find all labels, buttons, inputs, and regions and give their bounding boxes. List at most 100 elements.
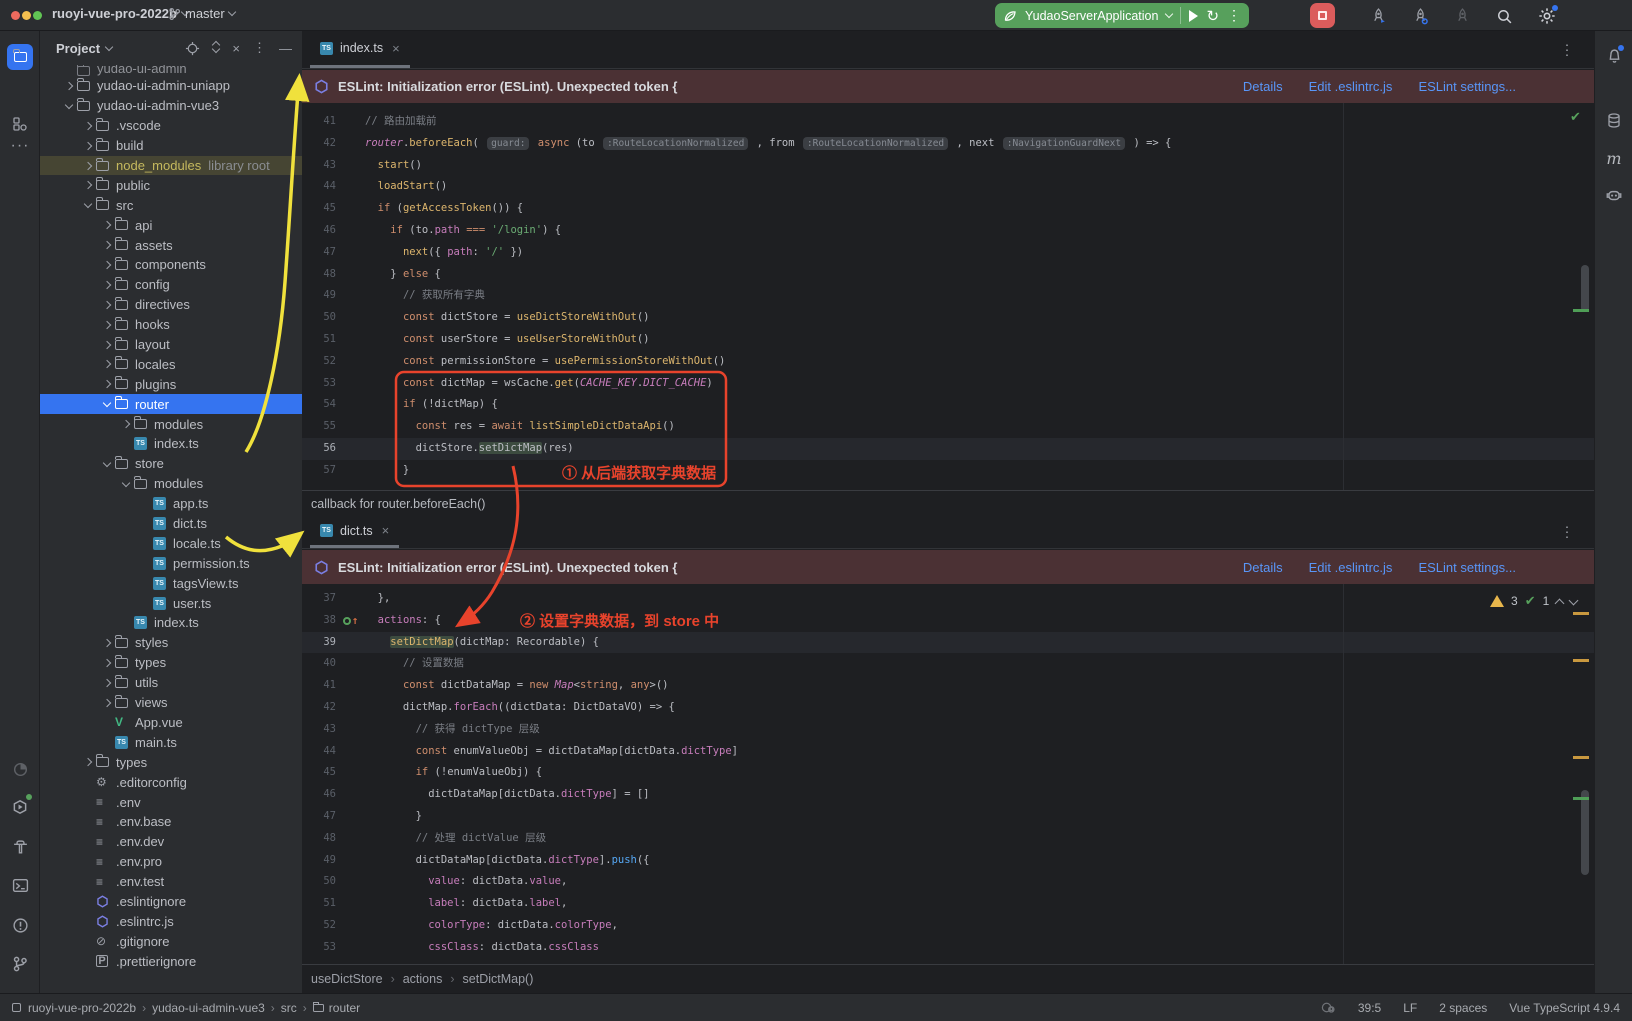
window-zoom-button[interactable] — [33, 11, 42, 20]
code-text[interactable]: }, — [365, 588, 1594, 610]
chevron-right-icon[interactable] — [99, 342, 115, 348]
tree-item-styles[interactable]: styles — [40, 633, 302, 653]
tree-item-App.vue[interactable]: VApp.vue — [40, 713, 302, 733]
code-text[interactable]: const dictMap = wsCache.get(CACHE_KEY.DI… — [365, 373, 1594, 395]
inspections-ok-icon[interactable]: ✔ — [1570, 109, 1581, 125]
code-text[interactable]: const permissionStore = usePermissionSto… — [365, 351, 1594, 373]
override-gutter-icon[interactable]: ↑ — [336, 610, 365, 632]
tab-list-more-icon[interactable]: ⋮ — [1560, 524, 1574, 541]
code-line-51[interactable]: 51 label: dictData.label, — [302, 893, 1594, 915]
line-number[interactable]: 52 — [302, 351, 336, 373]
tree-item-.eslintrc.js[interactable]: .eslintrc.js — [40, 911, 302, 931]
tree-item-yudao-ui-admin-vue3[interactable]: yudao-ui-admin-vue3 — [40, 96, 302, 116]
code-text[interactable]: // 获取所有字典 — [365, 285, 1594, 307]
line-number[interactable]: 38 — [302, 610, 336, 632]
project-toolwindow-button[interactable] — [7, 44, 33, 70]
caret-position[interactable]: 39:5 — [1358, 1001, 1381, 1015]
tree-item-modules[interactable]: modules — [40, 474, 302, 494]
code-text[interactable]: dictDataMap[dictData.dictType].push({ — [365, 850, 1594, 872]
tree-item-tagsView.ts[interactable]: TStagsView.ts — [40, 573, 302, 593]
tab-list-more-icon[interactable]: ⋮ — [1560, 41, 1574, 58]
profiler-run-icon[interactable] — [1368, 6, 1388, 26]
code-text[interactable]: } else { — [365, 264, 1594, 286]
chevron-right-icon[interactable] — [99, 322, 115, 328]
tree-item-api[interactable]: api — [40, 215, 302, 235]
code-text[interactable]: if (!dictMap) { — [365, 394, 1594, 416]
close-tab-icon[interactable]: × — [382, 523, 390, 538]
version-control-toolwindow-button[interactable] — [7, 951, 33, 977]
tree-item-views[interactable]: views — [40, 693, 302, 713]
chevron-right-icon[interactable] — [80, 123, 96, 129]
code-text[interactable]: const dictStore = useDictStoreWithOut() — [365, 307, 1594, 329]
code-text[interactable]: // 处理 dictValue 层级 — [365, 828, 1594, 850]
line-number[interactable]: 39 — [302, 632, 336, 654]
code-text[interactable]: start() — [365, 155, 1594, 177]
line-number[interactable]: 43 — [302, 155, 336, 177]
tree-item-locale.ts[interactable]: TSlocale.ts — [40, 533, 302, 553]
line-number[interactable]: 56 — [302, 438, 336, 460]
code-line-39[interactable]: 39 setDictMap(dictMap: Recordable) { — [302, 632, 1594, 654]
code-with-me-icon[interactable] — [1321, 1000, 1336, 1015]
tree-item-directives[interactable]: directives — [40, 295, 302, 315]
code-text[interactable]: actions: { — [365, 610, 1594, 632]
code-line-45[interactable]: 45 if (!enumValueObj) { — [302, 762, 1594, 784]
banner-link-details[interactable]: Details — [1243, 79, 1283, 94]
chevron-right-icon[interactable] — [99, 262, 115, 268]
chevron-right-icon[interactable] — [99, 302, 115, 308]
tree-item-layout[interactable]: layout — [40, 335, 302, 355]
code-line-47[interactable]: 47 } — [302, 806, 1594, 828]
banner-link-eslint-settings[interactable]: ESLint settings... — [1418, 79, 1516, 94]
line-number[interactable]: 42 — [302, 133, 336, 155]
line-separator[interactable]: LF — [1403, 1001, 1417, 1015]
status-breadcrumb[interactable]: router — [329, 1001, 360, 1015]
chevron-right-icon[interactable] — [99, 640, 115, 646]
code-line-48[interactable]: 48 // 处理 dictValue 层级 — [302, 828, 1594, 850]
code-text[interactable]: loadStart() — [365, 176, 1594, 198]
code-line-41[interactable]: 41// 路由加载前 — [302, 111, 1594, 133]
tree-item-router[interactable]: router — [40, 394, 302, 414]
line-number[interactable]: 40 — [302, 653, 336, 675]
code-line-56[interactable]: 56 dictStore.setDictMap(res) — [302, 438, 1594, 460]
chevron-right-icon[interactable] — [99, 222, 115, 228]
code-line-50[interactable]: 50 const dictStore = useDictStoreWithOut… — [302, 307, 1594, 329]
run-button[interactable] — [1189, 10, 1198, 22]
line-number[interactable]: 52 — [302, 915, 336, 937]
line-number[interactable]: 37 — [302, 588, 336, 610]
line-number[interactable]: 45 — [302, 762, 336, 784]
line-number[interactable]: 53 — [302, 937, 336, 959]
line-number[interactable]: 44 — [302, 176, 336, 198]
tree-item-.env.pro[interactable]: ≡.env.pro — [40, 852, 302, 872]
tab-index-ts[interactable]: TS index.ts × — [310, 31, 410, 68]
code-line-52[interactable]: 52 const permissionStore = usePermission… — [302, 351, 1594, 373]
maven-toolwindow-button[interactable]: m — [1602, 146, 1626, 170]
file-type[interactable]: Vue TypeScript 4.9.4 — [1509, 1001, 1620, 1015]
code-text[interactable]: dictDataMap[dictData.dictType] = [] — [365, 784, 1594, 806]
tree-item-public[interactable]: public — [40, 175, 302, 195]
run-configuration-widget[interactable]: YudaoServerApplication ↻ ⋮ — [995, 3, 1249, 28]
code-text[interactable]: } — [365, 806, 1594, 828]
build-toolwindow-button[interactable] — [7, 834, 33, 860]
indent-setting[interactable]: 2 spaces — [1439, 1001, 1487, 1015]
code-line-42[interactable]: 42router.beforeEach( guard: async (to :R… — [302, 133, 1594, 155]
code-line-45[interactable]: 45 if (getAccessToken()) { — [302, 198, 1594, 220]
stop-button[interactable] — [1310, 3, 1335, 28]
code-line-55[interactable]: 55 const res = await listSimpleDictDataA… — [302, 416, 1594, 438]
tree-item-index.ts[interactable]: TSindex.ts — [40, 434, 302, 454]
tree-item-src[interactable]: src — [40, 195, 302, 215]
code-text[interactable]: dictMap.forEach((dictData: DictDataVO) =… — [365, 697, 1594, 719]
code-line-53[interactable]: 53 const dictMap = wsCache.get(CACHE_KEY… — [302, 373, 1594, 395]
banner-link-details[interactable]: Details — [1243, 560, 1283, 575]
tree-item-.eslintignore[interactable]: .eslintignore — [40, 892, 302, 912]
line-number[interactable]: 48 — [302, 828, 336, 850]
editor2-code[interactable]: 37 },38↑ actions: {39 setDictMap(dictMap… — [302, 584, 1594, 964]
code-text[interactable]: setDictMap(dictMap: Recordable) { — [365, 632, 1594, 654]
hide-panel-icon[interactable]: — — [279, 41, 292, 56]
tree-item-user.ts[interactable]: TSuser.ts — [40, 593, 302, 613]
code-text[interactable]: next({ path: '/' }) — [365, 242, 1594, 264]
more-toolwindows-button[interactable]: ··· — [7, 133, 33, 159]
prev-problem-icon[interactable] — [1555, 598, 1565, 608]
line-number[interactable]: 57 — [302, 460, 336, 482]
line-number[interactable]: 51 — [302, 893, 336, 915]
code-text[interactable]: const dictDataMap = new Map<string, any>… — [365, 675, 1594, 697]
settings-gear-icon[interactable] — [1537, 6, 1557, 26]
